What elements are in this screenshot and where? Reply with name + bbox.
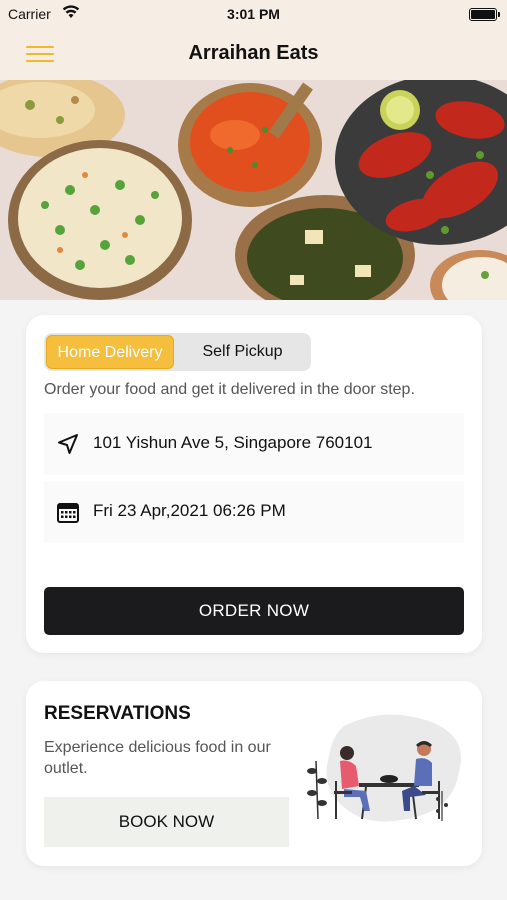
order-description: Order your food and get it delivered in … [44,381,415,398]
tab-home-delivery[interactable]: Home Delivery [46,335,174,369]
hero-food-image [0,80,507,300]
status-bar: Carrier 3:01 PM [0,0,507,28]
calendar-icon [57,503,79,523]
datetime-value: Fri 23 Apr,2021 06:26 PM [93,501,286,520]
book-now-button[interactable]: BOOK NOW [44,797,289,847]
address-value: 101 Yishun Ave 5, Singapore 760101 [93,433,373,452]
reservations-card: RESERVATIONS Experience delicious food i… [26,681,482,866]
reservations-title: RESERVATIONS [44,703,191,724]
address-row[interactable]: 101 Yishun Ave 5, Singapore 760101 [44,413,464,475]
location-arrow-icon [58,434,78,454]
datetime-row[interactable]: Fri 23 Apr,2021 06:26 PM [44,481,464,543]
order-card: Home Delivery Self Pickup Order your foo… [26,315,482,653]
nav-bar: Arraihan Eats [0,28,507,80]
delivery-mode-toggle: Home Delivery Self Pickup [44,333,311,371]
order-now-button[interactable]: ORDER NOW [44,587,464,635]
dining-couple-illustration [307,714,461,822]
status-time: 3:01 PM [227,6,280,22]
tab-self-pickup[interactable]: Self Pickup [176,335,309,369]
reservations-description: Experience delicious food in our outlet. [44,739,271,777]
app-title: Arraihan Eats [188,42,319,64]
battery-icon [469,8,500,21]
